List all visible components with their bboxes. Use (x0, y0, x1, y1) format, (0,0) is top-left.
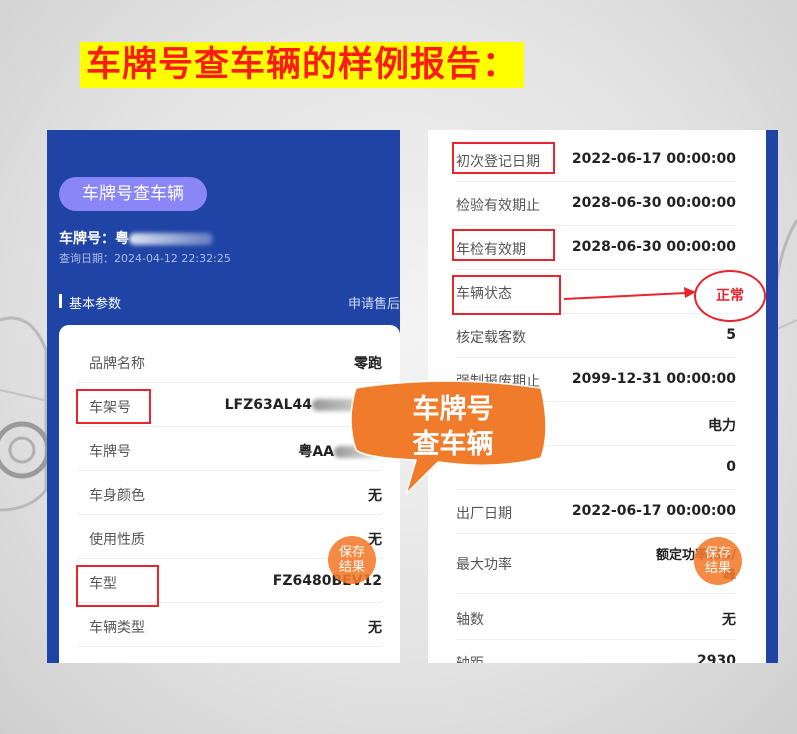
table-row: 轴距 2930 (456, 640, 736, 663)
table-row: 轴数 无 (456, 596, 736, 640)
status-normal-note: 正常 (694, 270, 766, 322)
highlight-model (76, 565, 159, 607)
plate-number-heading: 车牌号：粤 (59, 228, 213, 248)
table-row: 检验有效期止 2028-06-30 00:00:00 (456, 182, 736, 226)
row-label: 车辆类型 (89, 620, 145, 636)
section-title: 基本参数 (69, 297, 122, 312)
callout-line-2: 查车辆 (412, 429, 494, 460)
highlight-vehicle-status (452, 275, 561, 315)
row-label: 核定载客数 (456, 330, 526, 346)
table-row: 核定载客数 5 (456, 314, 736, 358)
table-row: 品牌名称 零跑 (77, 339, 382, 383)
row-label: 使用性质 (89, 532, 145, 548)
row-label: 车牌号 (89, 444, 131, 460)
save-result-button[interactable]: 保存 结果 (694, 537, 742, 585)
row-label: 最大功率 (456, 557, 512, 573)
row-label: 轴数 (456, 612, 484, 628)
table-row: 车牌号 粤AA (77, 427, 382, 471)
row-value: 2028-06-30 00:00:00 (571, 195, 736, 211)
after-sales-link[interactable]: 申请售后 (348, 293, 400, 312)
row-label: 轴距 (456, 653, 484, 663)
plate-prefix: 粤 (115, 231, 129, 247)
panel-edge (766, 130, 778, 663)
callout-line-1: 车牌号 (412, 394, 494, 425)
table-row: 车身颜色 无 (77, 471, 382, 515)
row-value: 零跑 (354, 356, 382, 372)
row-value: 2022-06-17 00:00:00 (571, 151, 736, 167)
arrow-icon (563, 287, 696, 300)
row-value: 2930 (697, 653, 736, 663)
row-value: 0 (726, 459, 736, 475)
lookup-type-pill[interactable]: 车牌号查车辆 (59, 177, 207, 211)
highlight-first-registration (452, 142, 555, 174)
row-label: 车身颜色 (89, 488, 145, 504)
highlight-annual-inspection (452, 229, 555, 261)
row-value: 2028-06-30 00:00:00 (571, 239, 736, 255)
plate-redacted (129, 233, 213, 245)
row-value: 无 (368, 620, 382, 636)
row-label: 品牌名称 (89, 356, 145, 372)
row-value: 2022-06-17 00:00:00 (571, 503, 736, 519)
plate-label: 车牌号： (59, 231, 115, 247)
row-value: 2099-12-31 00:00:00 (571, 371, 736, 387)
query-date: 查询日期：2024-04-12 22:32:25 (59, 252, 231, 265)
section-marker (59, 294, 62, 308)
row-value: 电力 (708, 418, 736, 434)
callout-text: 车牌号 查车辆 (378, 392, 528, 462)
page-headline: 车牌号查车辆的样例报告： (80, 42, 525, 88)
save-result-button[interactable]: 保存 结果 (328, 536, 376, 584)
row-value: 5 (726, 327, 736, 343)
table-row: 车辆类型 无 (77, 603, 382, 647)
row-label: 出厂日期 (456, 506, 512, 522)
row-label: 检验有效期止 (456, 198, 540, 214)
highlight-vin (76, 389, 151, 424)
row-value: 无 (722, 612, 736, 628)
